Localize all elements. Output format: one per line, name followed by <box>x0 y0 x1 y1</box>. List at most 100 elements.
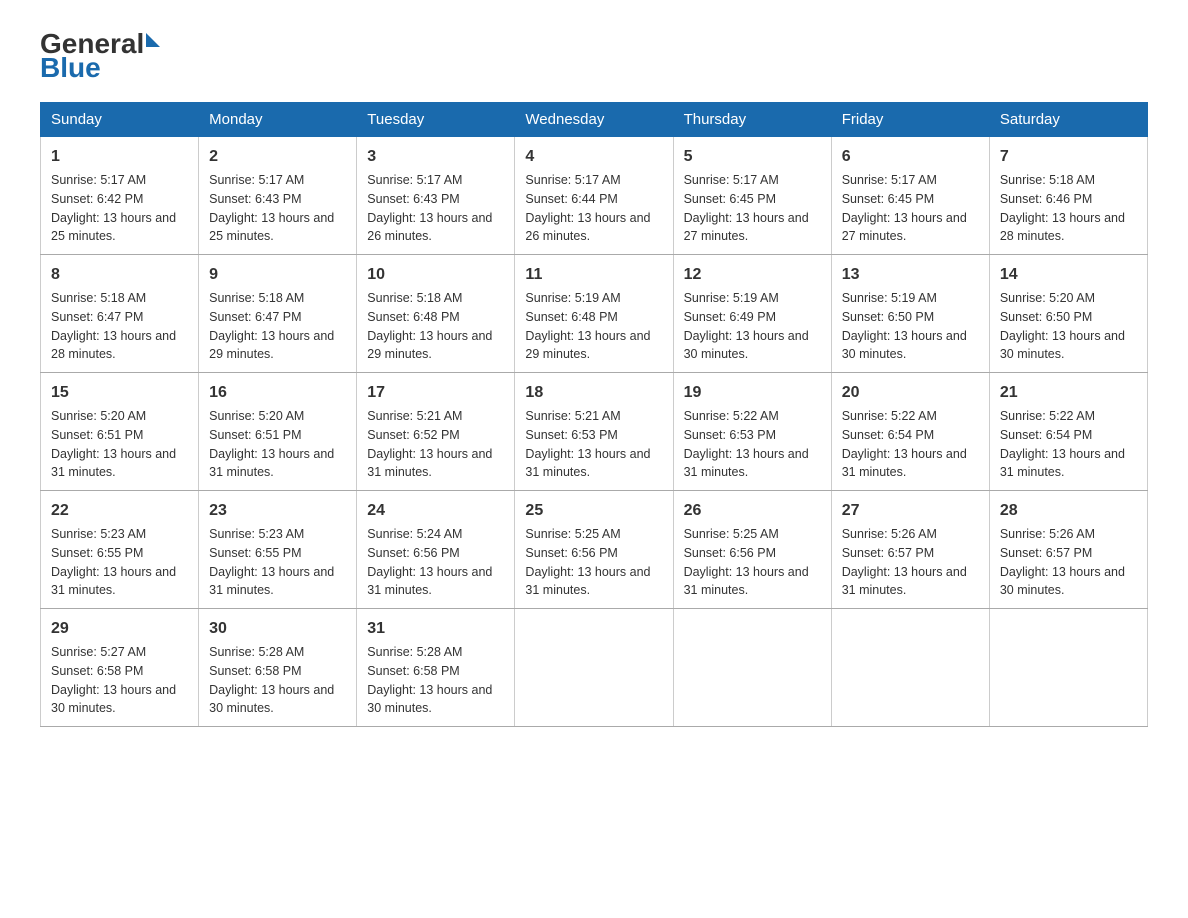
calendar-cell: 28 Sunrise: 5:26 AM Sunset: 6:57 PM Dayligh… <box>989 491 1147 609</box>
daylight-text: Daylight: 13 hours and 29 minutes. <box>209 329 334 362</box>
daylight-text: Daylight: 13 hours and 31 minutes. <box>51 565 176 598</box>
daylight-text: Daylight: 13 hours and 27 minutes. <box>842 211 967 244</box>
day-number: 26 <box>684 499 821 523</box>
daylight-text: Daylight: 13 hours and 31 minutes. <box>525 447 650 480</box>
calendar-cell: 14Sunrise: 5:20 AMSunset: 6:50 PMDayligh… <box>989 255 1147 373</box>
sunset-text: Sunset: 6:56 PM <box>684 546 776 560</box>
calendar-cell <box>989 609 1147 727</box>
sunrise-text: Sunrise: 5:20 AM <box>209 409 304 423</box>
column-header-sunday: Sunday <box>41 103 199 137</box>
sunrise-text: Sunrise: 5:18 AM <box>51 291 146 305</box>
day-number: 27 <box>842 499 979 523</box>
day-number: 29 <box>51 617 188 641</box>
daylight-text: Daylight: 13 hours and 31 minutes. <box>51 447 176 480</box>
calendar-cell <box>673 609 831 727</box>
calendar-cell: 27Sunrise: 5:26 AMSunset: 6:57 PMDayligh… <box>831 491 989 609</box>
day-number: 11 <box>525 263 662 287</box>
sunset-text: Sunset: 6:54 PM <box>1000 428 1092 442</box>
calendar-cell: 7Sunrise: 5:18 AMSunset: 6:46 PMDaylight… <box>989 137 1147 255</box>
daylight-text: Daylight: 13 hours and 28 minutes. <box>51 329 176 362</box>
sunset-text: Sunset: 6:53 PM <box>684 428 776 442</box>
logo-arrow-icon <box>146 33 160 47</box>
sunset-text: Sunset: 6:43 PM <box>367 192 459 206</box>
calendar-cell: 22Sunrise: 5:23 AMSunset: 6:55 PMDayligh… <box>41 491 199 609</box>
day-number: 9 <box>209 263 346 287</box>
sunrise-text: Sunrise: 5:27 AM <box>51 645 146 659</box>
sunset-text: Sunset: 6:56 PM <box>525 546 617 560</box>
daylight-text: Daylight: 13 hours and 27 minutes. <box>684 211 809 244</box>
daylight-text: Daylight: 13 hours and 30 minutes. <box>684 329 809 362</box>
calendar-week-row: 1Sunrise: 5:17 AMSunset: 6:42 PMDaylight… <box>41 137 1148 255</box>
column-header-friday: Friday <box>831 103 989 137</box>
day-number: 22 <box>51 499 188 523</box>
daylight-text: Daylight: 13 hours and 30 minutes. <box>1000 565 1125 598</box>
logo-blue: Blue <box>40 54 101 82</box>
daylight-text: Daylight: 13 hours and 30 minutes. <box>51 683 176 716</box>
page-header: General Blue <box>40 30 1148 82</box>
day-number: 16 <box>209 381 346 405</box>
sunset-text: Sunset: 6:49 PM <box>684 310 776 324</box>
calendar-header-row: SundayMondayTuesdayWednesdayThursdayFrid… <box>41 103 1148 137</box>
daylight-text: Daylight: 13 hours and 26 minutes. <box>367 211 492 244</box>
sunset-text: Sunset: 6:48 PM <box>367 310 459 324</box>
sunrise-text: Sunrise: 5:19 AM <box>525 291 620 305</box>
day-number: 6 <box>842 145 979 169</box>
day-number: 25 <box>525 499 662 523</box>
sunset-text: Sunset: 6:48 PM <box>525 310 617 324</box>
sunset-text: Sunset: 6:55 PM <box>51 546 143 560</box>
daylight-text: Daylight: 13 hours and 31 minutes. <box>684 447 809 480</box>
daylight-text: Daylight: 13 hours and 31 minutes. <box>209 447 334 480</box>
day-number: 10 <box>367 263 504 287</box>
calendar-cell: 9Sunrise: 5:18 AMSunset: 6:47 PMDaylight… <box>199 255 357 373</box>
sunset-text: Sunset: 6:55 PM <box>209 546 301 560</box>
calendar-cell: 15Sunrise: 5:20 AMSunset: 6:51 PMDayligh… <box>41 373 199 491</box>
sunset-text: Sunset: 6:42 PM <box>51 192 143 206</box>
sunset-text: Sunset: 6:57 PM <box>1000 546 1092 560</box>
column-header-thursday: Thursday <box>673 103 831 137</box>
sunrise-text: Sunrise: 5:21 AM <box>367 409 462 423</box>
day-number: 18 <box>525 381 662 405</box>
daylight-text: Daylight: 13 hours and 30 minutes. <box>367 683 492 716</box>
sunset-text: Sunset: 6:56 PM <box>367 546 459 560</box>
sunset-text: Sunset: 6:57 PM <box>842 546 934 560</box>
sunrise-text: Sunrise: 5:26 AM <box>1000 527 1095 541</box>
calendar-cell: 13Sunrise: 5:19 AMSunset: 6:50 PMDayligh… <box>831 255 989 373</box>
day-number: 23 <box>209 499 346 523</box>
calendar-cell: 16Sunrise: 5:20 AMSunset: 6:51 PMDayligh… <box>199 373 357 491</box>
daylight-text: Daylight: 13 hours and 31 minutes. <box>842 447 967 480</box>
column-header-saturday: Saturday <box>989 103 1147 137</box>
daylight-text: Daylight: 13 hours and 30 minutes. <box>842 329 967 362</box>
sunrise-text: Sunrise: 5:17 AM <box>367 173 462 187</box>
calendar-cell: 18Sunrise: 5:21 AMSunset: 6:53 PMDayligh… <box>515 373 673 491</box>
sunrise-text: Sunrise: 5:20 AM <box>1000 291 1095 305</box>
column-header-monday: Monday <box>199 103 357 137</box>
day-number: 31 <box>367 617 504 641</box>
calendar-cell: 25Sunrise: 5:25 AMSunset: 6:56 PMDayligh… <box>515 491 673 609</box>
calendar-cell: 21Sunrise: 5:22 AMSunset: 6:54 PMDayligh… <box>989 373 1147 491</box>
sunset-text: Sunset: 6:46 PM <box>1000 192 1092 206</box>
day-number: 4 <box>525 145 662 169</box>
day-number: 24 <box>367 499 504 523</box>
day-number: 2 <box>209 145 346 169</box>
sunset-text: Sunset: 6:50 PM <box>1000 310 1092 324</box>
sunrise-text: Sunrise: 5:22 AM <box>684 409 779 423</box>
sunrise-text: Sunrise: 5:22 AM <box>1000 409 1095 423</box>
day-number: 15 <box>51 381 188 405</box>
daylight-text: Daylight: 13 hours and 31 minutes. <box>367 447 492 480</box>
sunset-text: Sunset: 6:58 PM <box>209 664 301 678</box>
sunset-text: Sunset: 6:53 PM <box>525 428 617 442</box>
sunrise-text: Sunrise: 5:26 AM <box>842 527 937 541</box>
day-number: 3 <box>367 145 504 169</box>
sunrise-text: Sunrise: 5:18 AM <box>1000 173 1095 187</box>
daylight-text: Daylight: 13 hours and 25 minutes. <box>209 211 334 244</box>
calendar-cell: 6Sunrise: 5:17 AMSunset: 6:45 PMDaylight… <box>831 137 989 255</box>
sunset-text: Sunset: 6:44 PM <box>525 192 617 206</box>
calendar-cell: 19Sunrise: 5:22 AMSunset: 6:53 PMDayligh… <box>673 373 831 491</box>
day-number: 7 <box>1000 145 1137 169</box>
day-number: 30 <box>209 617 346 641</box>
sunrise-text: Sunrise: 5:17 AM <box>209 173 304 187</box>
day-number: 28 <box>1000 499 1137 523</box>
calendar-week-row: 15Sunrise: 5:20 AMSunset: 6:51 PMDayligh… <box>41 373 1148 491</box>
day-number: 17 <box>367 381 504 405</box>
calendar-cell: 26Sunrise: 5:25 AMSunset: 6:56 PMDayligh… <box>673 491 831 609</box>
